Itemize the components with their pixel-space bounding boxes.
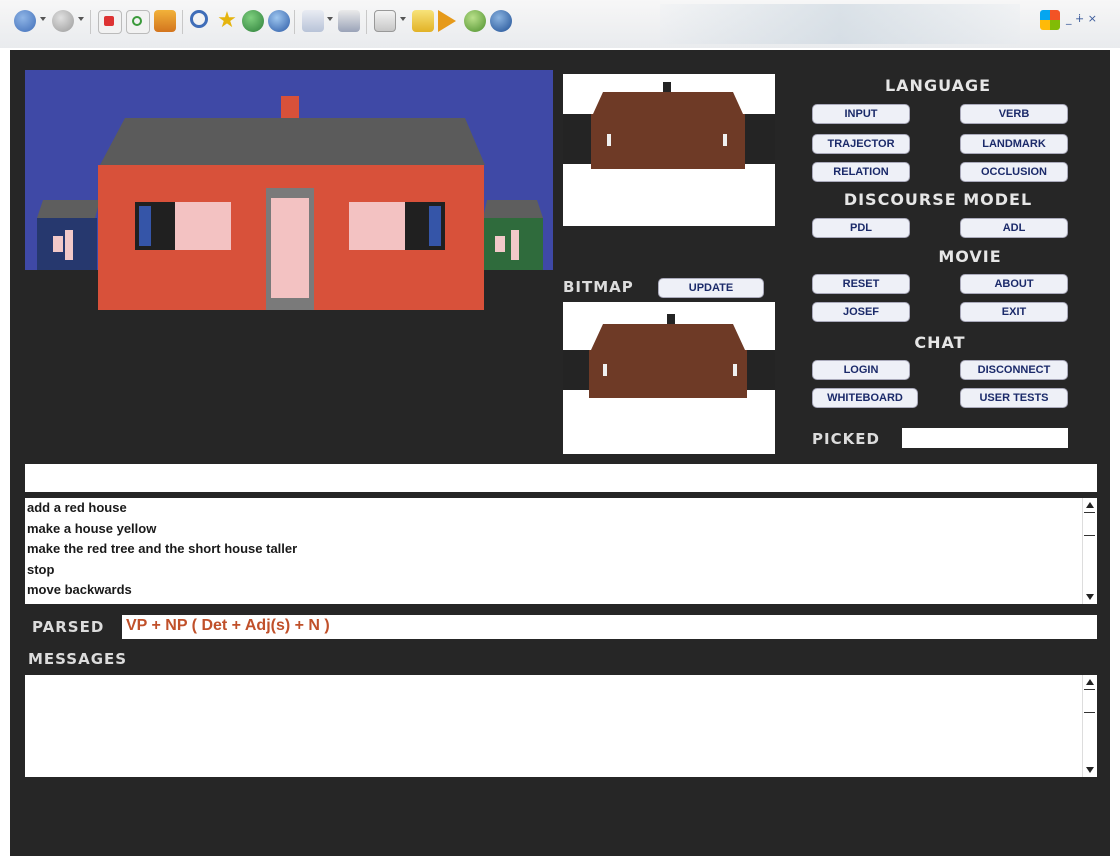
application-window: BITMAP UPDATE LANGUAGE INPUT VERB TRAJEC… [10, 50, 1110, 856]
back-dropdown-icon[interactable] [40, 17, 46, 21]
trajector-button[interactable]: TRAJECTOR [812, 134, 910, 154]
back-icon[interactable] [14, 10, 36, 32]
list-item[interactable]: make a house yellow [27, 519, 1095, 540]
edit-icon[interactable] [374, 10, 396, 32]
disconnect-button[interactable]: DISCONNECT [960, 360, 1068, 380]
windows-logo-icon [1040, 10, 1060, 30]
history-icon[interactable] [268, 10, 290, 32]
folder-icon[interactable] [412, 10, 434, 32]
messenger-icon[interactable] [464, 10, 486, 32]
verb-button[interactable]: VERB [960, 104, 1068, 124]
occlusion-button[interactable]: OCCLUSION [960, 162, 1068, 182]
favorites-icon[interactable]: ★ [216, 10, 238, 32]
scroll-thumb[interactable] [1084, 512, 1095, 536]
toolbar-separator [294, 10, 295, 34]
bitmap-preview-top [563, 74, 775, 226]
parsed-label: PARSED [32, 618, 105, 636]
stop-icon[interactable] [98, 10, 122, 34]
command-history[interactable]: add a red house make a house yellow make… [25, 498, 1097, 604]
toolbar-background-graphic [660, 4, 1020, 44]
parsed-field: VP + NP ( Det + Adj(s) + N ) [122, 615, 1097, 639]
chat-heading: CHAT [914, 333, 966, 352]
input-button[interactable]: INPUT [812, 104, 910, 124]
messages-text [25, 675, 1097, 683]
scroll-thumb[interactable] [1084, 689, 1095, 713]
refresh-icon[interactable] [126, 10, 150, 34]
language-heading: LANGUAGE [884, 76, 992, 95]
scroll-down-icon[interactable] [1086, 594, 1094, 600]
update-button[interactable]: UPDATE [658, 278, 764, 298]
relation-button[interactable]: RELATION [812, 162, 910, 182]
command-input[interactable] [25, 464, 1097, 492]
search-icon[interactable] [190, 10, 212, 32]
whiteboard-button[interactable]: WHITEBOARD [812, 388, 918, 408]
scroll-up-icon[interactable] [1086, 679, 1094, 685]
bitmap-label: BITMAP [563, 278, 634, 296]
movie-heading: MOVIE [938, 247, 1002, 266]
forward-dropdown-icon[interactable] [78, 17, 84, 21]
list-item[interactable]: add a red house [27, 498, 1095, 519]
list-item[interactable]: make the red tree and the short house ta… [27, 539, 1095, 560]
media-icon[interactable] [242, 10, 264, 32]
list-item[interactable]: stop [27, 560, 1095, 581]
picked-field [902, 428, 1068, 448]
browser-toolbar: ★ _ ∔ × [0, 0, 1120, 48]
bitmap-preview-bottom [563, 302, 775, 454]
bitmap-house-graphic [563, 314, 775, 398]
messages-area[interactable] [25, 675, 1097, 777]
about-button[interactable]: ABOUT [960, 274, 1068, 294]
toolbar-separator [366, 10, 367, 34]
scroll-down-icon[interactable] [1086, 767, 1094, 773]
arrow-icon[interactable] [438, 10, 460, 32]
messages-label: MESSAGES [28, 650, 128, 668]
reset-button[interactable]: RESET [812, 274, 910, 294]
landmark-button[interactable]: LANDMARK [960, 134, 1068, 154]
toolbar-separator [90, 10, 91, 34]
edit-dropdown-icon[interactable] [400, 17, 406, 21]
research-icon[interactable] [490, 10, 512, 32]
mail-icon[interactable] [302, 10, 324, 32]
user-tests-button[interactable]: USER TESTS [960, 388, 1068, 408]
mail-dropdown-icon[interactable] [327, 17, 333, 21]
parsed-value: VP + NP ( Det + Adj(s) + N ) [126, 617, 330, 634]
toolbar-separator [182, 10, 183, 34]
josef-button[interactable]: JOSEF [812, 302, 910, 322]
command-history-list: add a red house make a house yellow make… [25, 498, 1097, 601]
scene-view[interactable] [25, 70, 553, 310]
command-history-scrollbar[interactable] [1082, 498, 1097, 604]
login-button[interactable]: LOGIN [812, 360, 910, 380]
forward-icon[interactable] [52, 10, 74, 32]
adl-button[interactable]: ADL [960, 218, 1068, 238]
discourse-model-heading: DISCOURSE MODEL [843, 190, 1033, 209]
pdl-button[interactable]: PDL [812, 218, 910, 238]
picked-label: PICKED [812, 430, 880, 448]
bitmap-house-graphic [563, 82, 775, 169]
window-controls[interactable]: _ ∔ × [1066, 12, 1097, 25]
exit-button[interactable]: EXIT [960, 302, 1068, 322]
print-icon[interactable] [338, 10, 360, 32]
scroll-up-icon[interactable] [1086, 502, 1094, 508]
scene-graphic [25, 70, 553, 310]
list-item[interactable]: move backwards [27, 580, 1095, 601]
messages-scrollbar[interactable] [1082, 675, 1097, 777]
home-icon[interactable] [154, 10, 176, 32]
